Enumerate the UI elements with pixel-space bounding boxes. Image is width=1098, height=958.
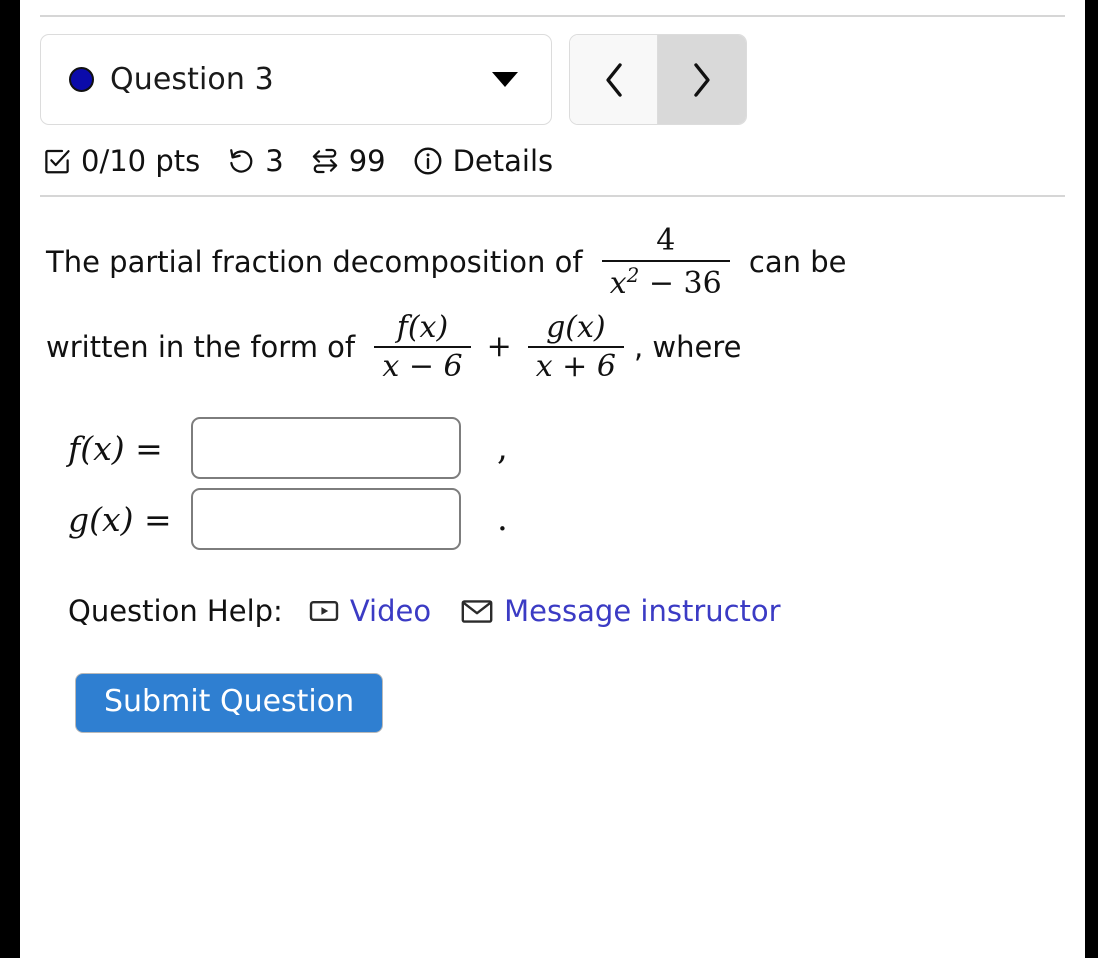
envelope-icon (461, 599, 493, 623)
question-line-2: written in the form of f(x) x − 6 + g(x)… (46, 309, 1065, 385)
question-line-1: The partial fraction decomposition of 4 … (46, 225, 1065, 300)
points-status: 0/10 pts (42, 144, 200, 178)
chevron-left-icon (605, 62, 622, 97)
answer-label-gx-text: g(x) (68, 499, 134, 539)
answer-equals-fx: = (124, 428, 163, 468)
video-icon (309, 601, 339, 622)
chevron-right-icon (694, 62, 710, 97)
fraction2-bar (374, 346, 471, 349)
points-value: 0/10 pts (81, 144, 201, 178)
fraction1-denominator-base: x (609, 265, 627, 301)
answer-punctuation-gx: . (497, 499, 508, 540)
versions-value: 99 (348, 144, 386, 178)
fraction3-numerator: g(x) (546, 309, 606, 345)
video-help-label: Video (349, 594, 432, 629)
versions-status: 99 (310, 144, 386, 178)
question-panel: Question 3 0/10 pts 3 99 Details The par… (20, 0, 1085, 958)
next-question-button[interactable] (658, 35, 746, 124)
fraction1-denominator-rest: − 36 (639, 265, 722, 301)
exchange-arrows-icon (312, 148, 337, 174)
fraction3-bar (527, 346, 624, 349)
message-instructor-link[interactable]: Message instructor (461, 594, 781, 628)
question-text-1a: The partial fraction decomposition of (46, 244, 592, 279)
prev-question-button[interactable] (570, 35, 658, 124)
fraction3-denominator: x + 6 (535, 349, 616, 385)
left-gutter (0, 0, 20, 958)
question-selector-label: Question 3 (110, 62, 274, 97)
question-help-row: Question Help: Video Message instructor (46, 594, 1065, 628)
answer-row-gx: g(x) = . (46, 488, 1065, 551)
fraction2-numerator: f(x) (396, 309, 449, 345)
question-bar: Question 3 (20, 17, 1085, 125)
question-help-label: Question Help: (68, 594, 283, 629)
fraction-gx-over-x-plus-6: g(x) x + 6 (527, 309, 624, 385)
question-status-dot (69, 67, 94, 92)
fraction-fx-over-x-minus-6: f(x) x − 6 (374, 309, 471, 385)
fraction2-denominator: x − 6 (382, 349, 463, 385)
info-circle-icon (414, 147, 442, 175)
video-help-link[interactable]: Video (309, 594, 431, 628)
answer-label-gx: g(x) = (46, 500, 191, 539)
right-gutter (1085, 0, 1098, 958)
answer-row-fx: f(x) = , (46, 417, 1065, 480)
submit-question-button[interactable]: Submit Question (75, 673, 384, 734)
answer-punctuation-fx: , (497, 428, 508, 469)
fraction1-numerator: 4 (656, 223, 676, 258)
question-selector-dropdown[interactable]: Question 3 (40, 34, 552, 125)
question-status-bar: 0/10 pts 3 99 Details (20, 125, 1085, 195)
answer-label-fx: f(x) = (46, 429, 191, 468)
answer-input-gx[interactable] (191, 488, 461, 551)
fraction1-denominator-exponent: 2 (626, 263, 640, 287)
fraction-4-over-x2-minus-36: 4 x2 − 36 (601, 223, 730, 300)
chevron-down-icon (492, 72, 518, 87)
page-root: Question 3 0/10 pts 3 99 Details The par… (0, 0, 1098, 958)
answer-label-fx-text: f(x) (68, 428, 125, 468)
submit-row: Submit Question (46, 628, 1065, 734)
details-link[interactable]: Details (412, 144, 554, 178)
question-text-2b: , where (633, 329, 742, 364)
attempts-value: 3 (265, 144, 284, 178)
fraction1-denominator: x2 − 36 (602, 265, 730, 300)
attempts-status: 3 (226, 144, 284, 178)
message-instructor-label: Message instructor (504, 594, 781, 629)
fraction1-bar (601, 259, 730, 262)
answer-fields: f(x) = , g(x) = . (46, 417, 1065, 551)
question-nav-group (569, 34, 747, 125)
checkbox-check-icon (45, 149, 70, 174)
answer-equals-gx: = (133, 499, 172, 539)
undo-arrow-icon (230, 149, 253, 173)
question-text-2a: written in the form of (46, 329, 365, 364)
question-body: The partial fraction decomposition of 4 … (20, 197, 1085, 734)
question-text-1b: can be (739, 244, 847, 279)
plus-operator: + (486, 329, 512, 365)
details-label: Details (452, 144, 554, 178)
answer-input-fx[interactable] (191, 417, 461, 480)
